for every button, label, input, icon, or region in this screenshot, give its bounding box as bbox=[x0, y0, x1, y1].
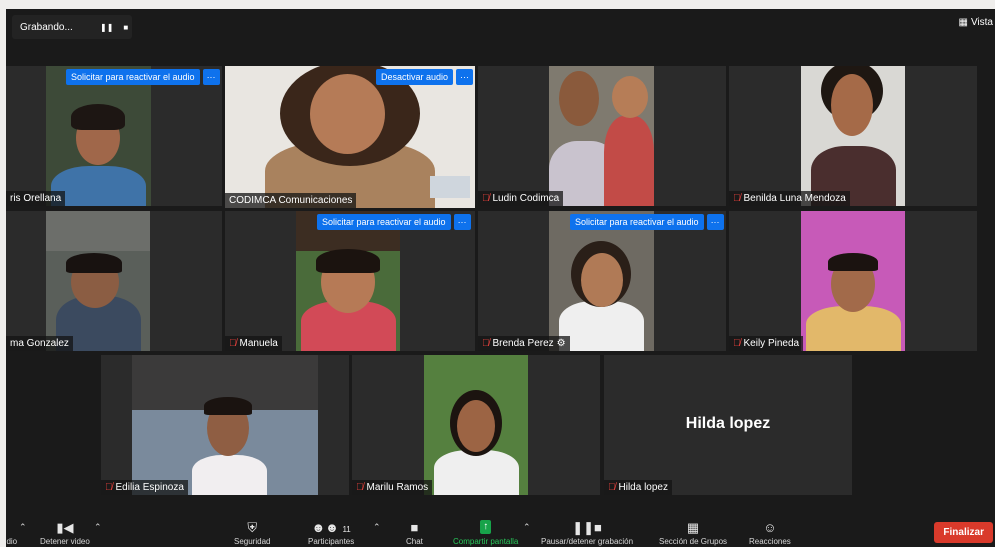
video-tile[interactable]: Solicitar para reactivar el audio ··· 🎙̸… bbox=[478, 211, 726, 351]
name-label: ris Orellana bbox=[10, 193, 62, 204]
unmute-request: Solicitar para reactivar el audio ··· bbox=[570, 214, 724, 230]
chevron-up-icon[interactable]: ⌃ bbox=[94, 522, 102, 533]
share-screen-icon: ↑ bbox=[480, 520, 492, 534]
video-tile[interactable]: ma Gonzalez bbox=[6, 211, 222, 351]
more-options-button[interactable]: ··· bbox=[202, 69, 220, 85]
muted-mic-icon: 🎙̸ bbox=[733, 193, 741, 204]
muted-mic-icon: 🎙̸ bbox=[229, 338, 237, 349]
muted-mic-icon: 🎙̸ bbox=[608, 482, 616, 493]
name-label: ma Gonzalez bbox=[10, 338, 69, 349]
participant-name: 🎙̸ Manuela bbox=[225, 336, 282, 351]
video-tile[interactable]: 🎙̸ Marilu Ramos bbox=[352, 355, 600, 495]
participant-name: ris Orellana bbox=[6, 191, 66, 206]
participant-video bbox=[549, 66, 654, 206]
name-label: Marilu Ramos bbox=[366, 482, 429, 493]
name-label: Ludin Codimca bbox=[492, 193, 560, 204]
recording-indicator: Grabando... ❚❚ ■ bbox=[12, 15, 132, 39]
video-camera-icon: ▮◀ bbox=[56, 520, 74, 535]
participants-button[interactable]: ☻☻ 11 Participantes bbox=[308, 520, 354, 546]
participant-name: 🎙̸ Ludin Codimca bbox=[478, 191, 564, 206]
muted-mic-icon: 🎙̸ bbox=[356, 482, 364, 493]
participant-name: ma Gonzalez bbox=[6, 336, 73, 351]
name-label: CODIMCA Comunicaciones bbox=[229, 195, 353, 206]
microphone-icon bbox=[8, 520, 12, 537]
muted-mic-icon: 🎙̸ bbox=[733, 338, 741, 349]
video-tile[interactable]: 🎙̸ Keily Pineda bbox=[729, 211, 977, 351]
participant-video bbox=[296, 211, 400, 351]
participant-video bbox=[132, 355, 318, 495]
video-tile-active-speaker[interactable]: Desactivar audio ··· CODIMCA Comunicacio… bbox=[225, 66, 475, 208]
name-label: Brenda Perez bbox=[492, 338, 554, 349]
chevron-up-icon[interactable]: ⌃ bbox=[523, 522, 531, 533]
chat-icon: ■ bbox=[410, 520, 419, 535]
pause-icon[interactable]: ❚❚ bbox=[100, 23, 113, 32]
view-button[interactable]: ▦ Vista bbox=[958, 17, 993, 28]
recording-label: Grabando... bbox=[20, 21, 73, 33]
reactions-button[interactable]: ☺ Reacciones bbox=[749, 520, 791, 546]
video-tile[interactable]: 🎙̸ Edilia Espinoza bbox=[101, 355, 349, 495]
participant-video bbox=[46, 66, 151, 206]
breakout-rooms-button[interactable]: ▦ Sección de Grupos bbox=[659, 520, 727, 546]
name-label: Benilda Luna Mendoza bbox=[743, 193, 846, 204]
name-label: Manuela bbox=[239, 338, 278, 349]
name-label: Hilda lopez bbox=[618, 482, 668, 493]
meeting-window: Grabando... ❚❚ ■ ▦ Vista Solicitar para … bbox=[6, 9, 995, 547]
stop-icon[interactable]: ■ bbox=[123, 23, 128, 32]
mute-controls: Desactivar audio ··· bbox=[376, 69, 474, 85]
video-tile[interactable]: 🎙̸ Ludin Codimca bbox=[478, 66, 726, 206]
muted-mic-icon: 🎙̸ bbox=[482, 338, 490, 349]
muted-mic-icon: 🎙̸ bbox=[482, 193, 490, 204]
participant-video bbox=[801, 66, 905, 206]
participant-name: 🎙̸ Marilu Ramos bbox=[352, 480, 433, 495]
breakout-rooms-icon: ▦ bbox=[686, 520, 700, 535]
chevron-up-icon[interactable]: ⌃ bbox=[373, 522, 381, 533]
participants-count: 11 bbox=[342, 525, 351, 534]
request-unmute-button[interactable]: Solicitar para reactivar el audio bbox=[317, 214, 451, 230]
chat-button[interactable]: ■ Chat bbox=[406, 520, 423, 546]
grid-icon: ▦ bbox=[958, 17, 968, 28]
muted-mic-icon: 🎙̸ bbox=[105, 482, 113, 493]
settings-icon: ⚙ bbox=[556, 338, 566, 349]
request-unmute-button[interactable]: Solicitar para reactivar el audio bbox=[570, 214, 704, 230]
participant-name: CODIMCA Comunicaciones bbox=[225, 193, 357, 208]
more-options-button[interactable]: ··· bbox=[456, 69, 474, 85]
video-tile[interactable]: 🎙̸ Benilda Luna Mendoza bbox=[729, 66, 977, 206]
participant-video bbox=[549, 211, 654, 351]
participant-name: 🎙̸ Keily Pineda bbox=[729, 336, 804, 351]
video-tile-no-video[interactable]: Hilda lopez 🎙̸ Hilda lopez bbox=[604, 355, 852, 495]
request-unmute-button[interactable]: Solicitar para reactivar el audio bbox=[66, 69, 200, 85]
participant-video bbox=[801, 211, 905, 351]
unmute-request: Solicitar para reactivar el audio ··· bbox=[317, 214, 471, 230]
participant-video bbox=[46, 211, 150, 351]
more-options-button[interactable]: ··· bbox=[453, 214, 471, 230]
emoji-icon: ☺ bbox=[763, 520, 777, 535]
share-screen-button[interactable]: ↑ Compartir pantalla bbox=[453, 520, 518, 546]
participant-name: 🎙̸ Hilda lopez bbox=[604, 480, 672, 495]
participants-icon: ☻☻ 11 bbox=[311, 520, 351, 535]
security-button[interactable]: ⛨ Seguridad bbox=[234, 520, 270, 546]
chevron-up-icon[interactable]: ⌃ bbox=[19, 522, 27, 533]
name-label: Keily Pineda bbox=[743, 338, 800, 349]
stop-video-button[interactable]: ▮◀ Detener video bbox=[40, 520, 90, 546]
pause-stop-recording-button[interactable]: ❚❚■ Pausar/detener grabación bbox=[541, 520, 633, 546]
unmute-request: Solicitar para reactivar el audio ··· bbox=[66, 69, 220, 85]
view-label: Vista bbox=[970, 17, 993, 28]
participant-name: 🎙̸ Edilia Espinoza bbox=[101, 480, 188, 495]
participant-video bbox=[225, 66, 475, 208]
participant-name: 🎙̸ Benilda Luna Mendoza bbox=[729, 191, 850, 206]
participant-name: 🎙̸ Brenda Perez ⚙ bbox=[478, 336, 570, 351]
shield-icon: ⛨ bbox=[247, 520, 258, 535]
mute-button[interactable]: Desactivar audio bbox=[376, 69, 454, 85]
end-meeting-button[interactable]: Finalizar bbox=[934, 522, 993, 543]
name-label: Edilia Espinoza bbox=[115, 482, 184, 493]
audio-button[interactable]: udio bbox=[6, 520, 17, 546]
pause-stop-icon: ❚❚■ bbox=[572, 520, 602, 535]
meeting-toolbar: udio ⌃ ▮◀ Detener video ⌃ ⛨ Seguridad ☻☻… bbox=[6, 513, 995, 547]
video-tile[interactable]: Solicitar para reactivar el audio ··· ri… bbox=[6, 66, 222, 206]
video-tile[interactable]: Solicitar para reactivar el audio ··· 🎙̸… bbox=[225, 211, 475, 351]
participant-placeholder-name: Hilda lopez bbox=[685, 415, 771, 432]
participant-video bbox=[424, 355, 528, 495]
more-options-button[interactable]: ··· bbox=[706, 214, 724, 230]
